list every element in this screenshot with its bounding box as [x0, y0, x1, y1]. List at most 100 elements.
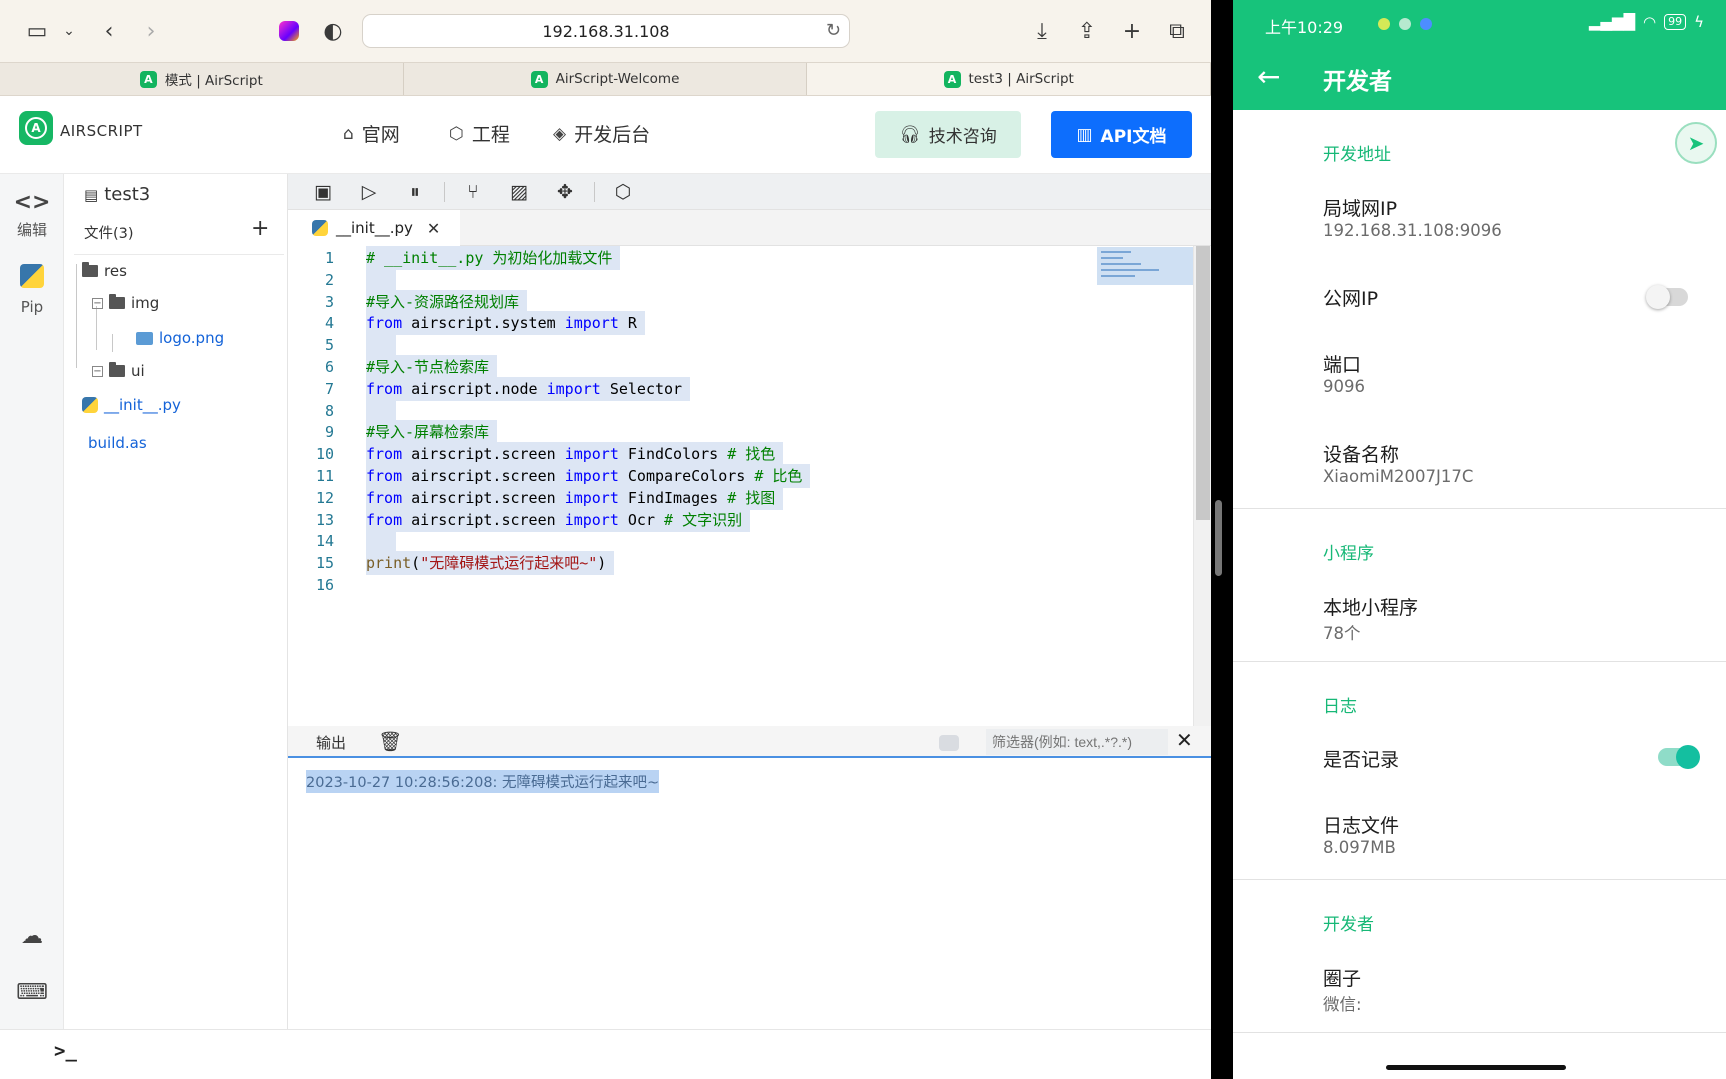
circle-title[interactable]: 圈子: [1323, 964, 1361, 991]
close-icon[interactable]: ✕: [1176, 728, 1193, 752]
public-ip-switch[interactable]: [1646, 285, 1688, 309]
safari-toolbar: ▭ ⌄ ‹ › ◐ 192.168.31.108 ↻ ⤓ ⇪ + ⧉: [0, 0, 1211, 62]
activity-pip[interactable]: Pip: [0, 264, 64, 316]
floating-send-icon[interactable]: ➤: [1675, 122, 1717, 164]
collapse-icon[interactable]: −: [92, 297, 103, 309]
code-line[interactable]: 5: [288, 333, 1193, 357]
split-view-handle[interactable]: [1215, 500, 1222, 576]
download-icon[interactable]: ⤓: [1027, 16, 1057, 46]
image-tool-icon[interactable]: ▨: [506, 180, 532, 204]
code-line[interactable]: 10 from airscript.screen import FindColor…: [288, 442, 1193, 467]
code-text: #导入-节点检索库: [366, 355, 498, 379]
code-text: from airscript.screen import FindImages …: [366, 485, 784, 510]
trash-icon[interactable]: 🗑︎: [378, 730, 402, 753]
chevron-down-icon[interactable]: ⌄: [54, 16, 84, 46]
code-line[interactable]: 14: [288, 529, 1193, 553]
line-number: 3: [324, 292, 334, 311]
line-number: 13: [315, 510, 334, 529]
port-title[interactable]: 端口: [1323, 350, 1361, 377]
code-line[interactable]: 11 from airscript.screen import CompareCo…: [288, 464, 1193, 488]
browser-tab[interactable]: A AirScript-Welcome: [404, 63, 808, 95]
editor-scrollbar[interactable]: [1193, 246, 1211, 726]
scrollbar-thumb[interactable]: [1196, 246, 1210, 520]
code-line[interactable]: 8: [288, 398, 1193, 423]
gesture-nav-bar[interactable]: [1386, 1065, 1566, 1070]
tree-folder-res[interactable]: res: [82, 262, 127, 280]
browser-tab-label: AirScript-Welcome: [555, 71, 680, 87]
privacy-shield-icon[interactable]: ◐: [318, 16, 348, 46]
add-file-icon[interactable]: +: [251, 216, 269, 241]
url-text: 192.168.31.108: [542, 21, 670, 41]
activity-bar: <> 编辑 Pip ☁︎ ⌨︎: [0, 174, 64, 1029]
api-docs-button[interactable]: ▥ API文档: [1051, 111, 1192, 158]
back-icon[interactable]: ‹: [94, 16, 124, 46]
reload-icon[interactable]: ↻: [826, 20, 841, 41]
code-line[interactable]: 13 from airscript.screen import Ocr # 文字识…: [288, 507, 1193, 532]
forward-icon[interactable]: ›: [136, 16, 166, 46]
package-icon[interactable]: ⬡: [610, 180, 636, 204]
tree-file-build[interactable]: build.as: [88, 434, 147, 452]
output-console[interactable]: 2023-10-27 10:28:56:208: 无障碍模式运行起来吧~: [288, 758, 1211, 1029]
lan-ip-title[interactable]: 局域网IP: [1323, 194, 1397, 221]
palette-icon[interactable]: ☁︎: [0, 924, 64, 949]
share-icon[interactable]: ⇪: [1072, 16, 1102, 46]
plugin-icon[interactable]: ✥: [552, 180, 578, 204]
local-mini-title[interactable]: 本地小程序: [1323, 593, 1418, 620]
activity-edit[interactable]: <> 编辑: [0, 190, 64, 240]
code-line[interactable]: 9 #导入-屏幕检索库: [288, 420, 1193, 445]
nav-project[interactable]: ⬡ 工程: [449, 120, 510, 147]
code-editor[interactable]: 1 # __init__.py 为初始化加载文件 2 3 #导入-资源路径规划库 4 fro…: [288, 246, 1193, 726]
save-icon[interactable]: ▣: [310, 180, 336, 204]
code-text: from airscript.screen import CompareColo…: [366, 464, 811, 488]
code-line[interactable]: 12 from airscript.screen import FindImage…: [288, 485, 1193, 510]
tree-file-logo[interactable]: logo.png: [136, 329, 224, 347]
output-toggle[interactable]: [939, 735, 959, 751]
tech-consult-button[interactable]: 🎧︎ 技术咨询: [875, 111, 1021, 158]
airscript-logo[interactable]: A: [19, 111, 53, 145]
code-line[interactable]: 2: [288, 267, 1193, 292]
code-line[interactable]: 7 from airscript.node import Selector: [288, 376, 1193, 401]
node-inspector-icon[interactable]: ⑂: [460, 180, 486, 204]
minimap[interactable]: [1097, 247, 1195, 285]
tabs-overview-icon[interactable]: ⧉: [1162, 16, 1192, 46]
extension-icon[interactable]: [274, 16, 304, 46]
run-icon[interactable]: ▷: [356, 180, 382, 204]
browser-tab-active[interactable]: A test3 | AirScript: [807, 63, 1211, 95]
nav-dev-console[interactable]: ◈ 开发后台: [553, 120, 650, 147]
code-line[interactable]: 15 print("无障碍模式运行起来吧~"): [288, 551, 1193, 576]
tree-folder-img[interactable]: − img: [92, 294, 159, 312]
public-ip-title[interactable]: 公网IP: [1323, 284, 1378, 311]
collapse-icon[interactable]: −: [92, 365, 103, 377]
output-tab[interactable]: 输出: [316, 732, 347, 758]
code-line[interactable]: 3 #导入-资源路径规划库: [288, 289, 1193, 314]
tree-file-init[interactable]: __init__.py: [82, 396, 181, 414]
stop-icon[interactable]: ⏸︎: [402, 180, 428, 204]
new-tab-icon[interactable]: +: [1117, 16, 1147, 46]
nav-official-site[interactable]: ⌂ 官网: [343, 120, 400, 147]
tree-folder-ui[interactable]: − ui: [92, 362, 145, 380]
browser-tab[interactable]: A 模式 | AirScript: [0, 63, 404, 95]
terminal-icon[interactable]: >_: [54, 1040, 77, 1062]
sidebar-toggle-icon[interactable]: ▭: [22, 16, 52, 46]
device-name-title[interactable]: 设备名称: [1323, 440, 1399, 467]
status-icons: ▂▄▆█ ◠ 99 ϟ: [1589, 13, 1704, 31]
keyboard-icon[interactable]: ⌨︎: [0, 980, 64, 1005]
code-text: from airscript.system import R: [366, 311, 645, 336]
output-filter-input[interactable]: [986, 729, 1168, 755]
code-line[interactable]: 4 from airscript.system import R: [288, 311, 1193, 336]
code-line[interactable]: 1 # __init__.py 为初始化加载文件: [288, 246, 1193, 270]
record-title[interactable]: 是否记录: [1323, 745, 1399, 772]
code-line[interactable]: 6 #导入-节点检索库: [288, 355, 1193, 379]
record-switch[interactable]: [1658, 745, 1700, 769]
url-field[interactable]: 192.168.31.108 ↻: [362, 14, 850, 48]
airscript-favicon-icon: A: [530, 70, 548, 88]
status-time: 上午10:29: [1265, 18, 1344, 37]
back-arrow-icon[interactable]: ←: [1257, 60, 1280, 93]
close-icon[interactable]: ✕: [427, 219, 440, 238]
log-file-title[interactable]: 日志文件: [1323, 811, 1399, 838]
code-line[interactable]: 16: [288, 573, 1193, 597]
divider: [74, 254, 284, 255]
editor-tab-init[interactable]: __init__.py ✕: [288, 210, 460, 246]
python-icon: [0, 264, 64, 294]
code-text: from airscript.screen import Ocr # 文字识别: [366, 507, 751, 532]
